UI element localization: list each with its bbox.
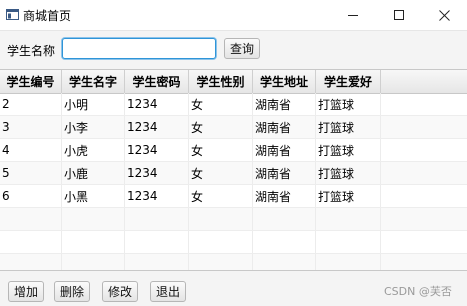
search-button[interactable]: 查询 bbox=[224, 38, 260, 59]
cell-gender: 女 bbox=[189, 162, 253, 184]
minimize-icon bbox=[347, 14, 358, 16]
cell-id: 6 bbox=[0, 185, 62, 207]
cell-hobby: 打篮球 bbox=[316, 185, 381, 207]
cell-id: 4 bbox=[0, 139, 62, 161]
action-bar: 增加 删除 修改 退出 CSDN @芙否 bbox=[0, 270, 467, 306]
cell-password: 1234 bbox=[125, 162, 189, 184]
cell-gender: 女 bbox=[189, 93, 253, 115]
cell-gender bbox=[189, 231, 253, 253]
cell-filler bbox=[381, 231, 467, 253]
cell-gender: 女 bbox=[189, 139, 253, 161]
search-bar: 学生名称 查询 bbox=[0, 30, 467, 68]
cell-password: 1234 bbox=[125, 185, 189, 207]
cell-filler bbox=[381, 185, 467, 207]
cell-address bbox=[253, 208, 316, 230]
cell-address bbox=[253, 254, 316, 270]
column-header-filler bbox=[381, 70, 467, 93]
cell-address: 湖南省 bbox=[253, 139, 316, 161]
app-window-icon bbox=[6, 9, 19, 20]
cell-hobby: 打篮球 bbox=[316, 116, 381, 138]
cell-address: 湖南省 bbox=[253, 162, 316, 184]
cell-name: 小李 bbox=[62, 116, 125, 138]
cell-filler bbox=[381, 162, 467, 184]
cell-filler bbox=[381, 116, 467, 138]
delete-button[interactable]: 删除 bbox=[54, 281, 90, 302]
cell-filler bbox=[381, 93, 467, 115]
cell-filler bbox=[381, 208, 467, 230]
table-row[interactable]: 4 小虎 1234 女湖南省 打篮球 bbox=[0, 139, 467, 162]
cell-name bbox=[62, 254, 125, 270]
cell-hobby bbox=[316, 208, 381, 230]
cell-password: 1234 bbox=[125, 116, 189, 138]
minimize-button[interactable] bbox=[330, 0, 376, 30]
cell-id bbox=[0, 254, 62, 270]
table-row[interactable]: 6 小黑 1234 女湖南省 打篮球 bbox=[0, 185, 467, 208]
cell-password: 1234 bbox=[125, 139, 189, 161]
table-row[interactable]: 3 小李 1234 女湖南省 打篮球 bbox=[0, 116, 467, 139]
empty-table-row bbox=[0, 231, 467, 254]
cell-password: 1234 bbox=[125, 93, 189, 115]
exit-button[interactable]: 退出 bbox=[150, 281, 186, 302]
modify-button[interactable]: 修改 bbox=[102, 281, 138, 302]
cell-filler bbox=[381, 139, 467, 161]
table-row[interactable]: 2 小明 1234 女湖南省 打篮球 bbox=[0, 93, 467, 116]
search-input[interactable] bbox=[62, 38, 216, 59]
maximize-icon bbox=[393, 9, 404, 20]
cell-name: 小虎 bbox=[62, 139, 125, 161]
cell-name: 小明 bbox=[62, 93, 125, 115]
cell-hobby bbox=[316, 231, 381, 253]
close-button[interactable] bbox=[421, 0, 467, 30]
cell-id bbox=[0, 231, 62, 253]
cell-id: 3 bbox=[0, 116, 62, 138]
cell-hobby: 打篮球 bbox=[316, 162, 381, 184]
cell-address: 湖南省 bbox=[253, 93, 316, 115]
cell-hobby: 打篮球 bbox=[316, 139, 381, 161]
title-bar: 商城首页 bbox=[0, 0, 467, 31]
cell-address: 湖南省 bbox=[253, 185, 316, 207]
table-row[interactable]: 5 小鹿 1234 女湖南省 打篮球 bbox=[0, 162, 467, 185]
cell-gender bbox=[189, 208, 253, 230]
cell-password bbox=[125, 254, 189, 270]
maximize-button[interactable] bbox=[376, 0, 422, 30]
watermark: CSDN @芙否 bbox=[384, 285, 452, 298]
close-icon bbox=[438, 9, 450, 21]
cell-gender bbox=[189, 254, 253, 270]
add-button[interactable]: 增加 bbox=[8, 281, 44, 302]
column-header-id[interactable]: 学生编号 bbox=[0, 70, 62, 93]
cell-hobby bbox=[316, 254, 381, 270]
cell-name: 小黑 bbox=[62, 185, 125, 207]
window-title: 商城首页 bbox=[23, 9, 72, 23]
cell-address bbox=[253, 231, 316, 253]
cell-id: 2 bbox=[0, 93, 62, 115]
table-header: 学生编号 学生名字 学生密码 学生性别 学生地址 学生爱好 bbox=[0, 70, 467, 94]
column-header-password[interactable]: 学生密码 bbox=[125, 70, 189, 93]
cell-password bbox=[125, 231, 189, 253]
column-header-name[interactable]: 学生名字 bbox=[62, 70, 125, 93]
search-label: 学生名称 bbox=[7, 44, 56, 58]
cell-id bbox=[0, 208, 62, 230]
cell-name bbox=[62, 208, 125, 230]
cell-gender: 女 bbox=[189, 185, 253, 207]
column-header-gender[interactable]: 学生性别 bbox=[189, 70, 253, 93]
cell-name bbox=[62, 231, 125, 253]
column-header-address[interactable]: 学生地址 bbox=[253, 70, 316, 93]
cell-password bbox=[125, 208, 189, 230]
empty-table-row bbox=[0, 208, 467, 231]
cell-name: 小鹿 bbox=[62, 162, 125, 184]
column-header-hobby[interactable]: 学生爱好 bbox=[316, 70, 381, 93]
cell-filler bbox=[381, 254, 467, 270]
cell-gender: 女 bbox=[189, 116, 253, 138]
cell-id: 5 bbox=[0, 162, 62, 184]
empty-table-row bbox=[0, 254, 467, 270]
student-table[interactable]: 学生编号 学生名字 学生密码 学生性别 学生地址 学生爱好 2 小明 1234 女湖南… bbox=[0, 69, 467, 271]
cell-hobby: 打篮球 bbox=[316, 93, 381, 115]
cell-address: 湖南省 bbox=[253, 116, 316, 138]
